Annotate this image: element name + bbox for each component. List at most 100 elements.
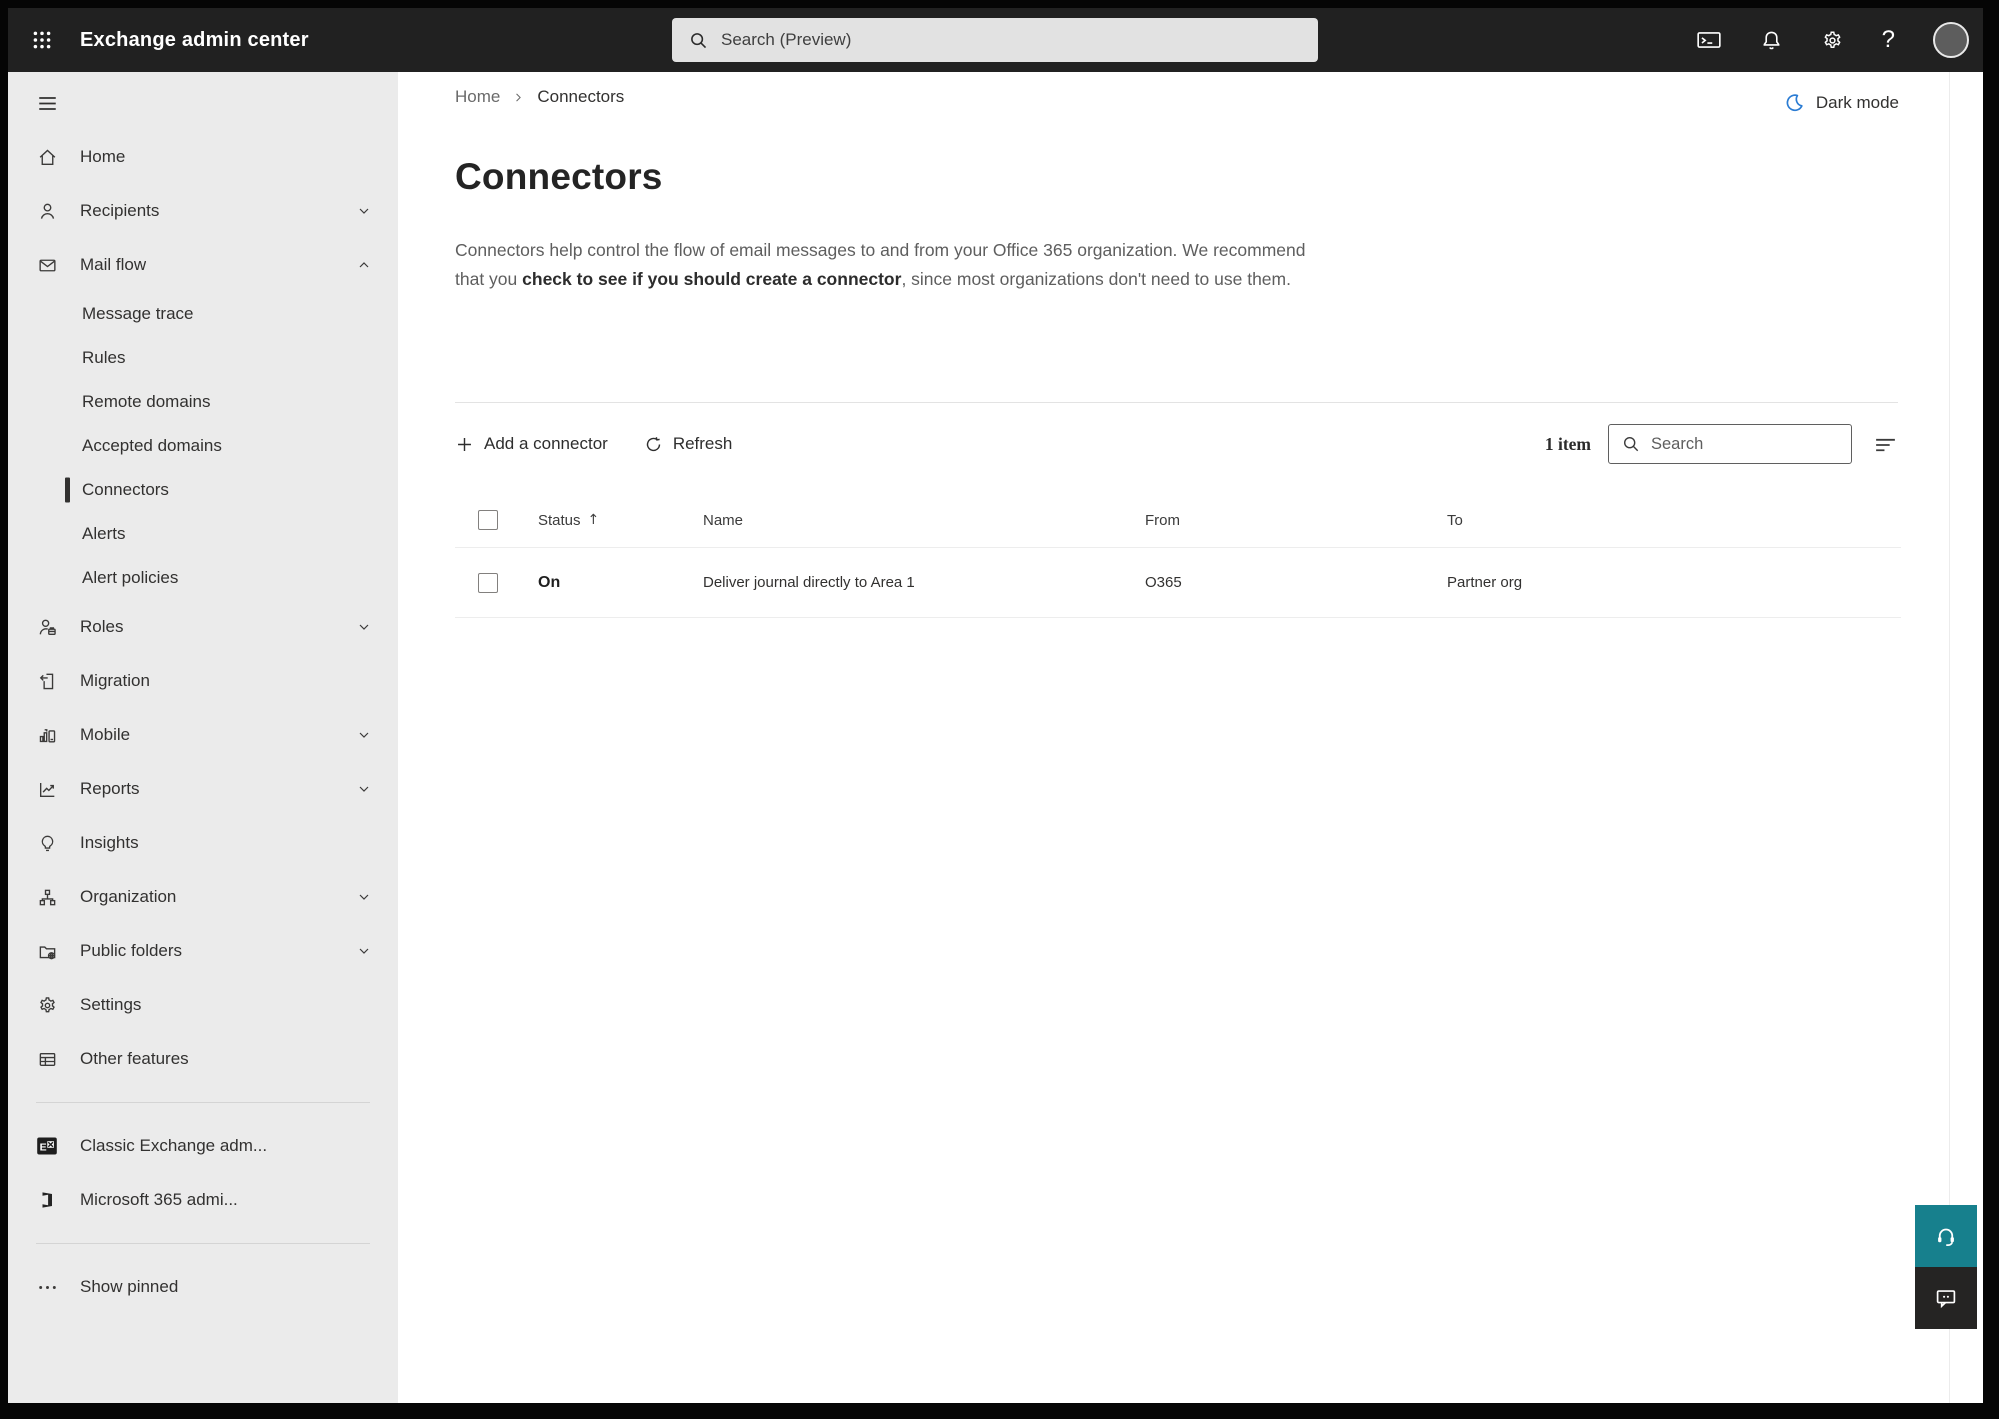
- sidebar-item-classic-exchange-admin[interactable]: E Classic Exchange adm...: [8, 1119, 398, 1173]
- sidebar-item-other-features[interactable]: Other features: [8, 1032, 398, 1086]
- sidebar-item-label: Public folders: [80, 941, 183, 960]
- sidebar-divider: [36, 1243, 370, 1244]
- list-search-input[interactable]: [1651, 434, 1841, 454]
- svg-text:E: E: [40, 1142, 47, 1154]
- sidebar-nav: Home Recipients Mail flow Message trace …: [8, 130, 398, 1086]
- column-header-from[interactable]: From: [1145, 512, 1447, 529]
- document-arrow-icon: [36, 670, 58, 692]
- table-grid-icon: [36, 1048, 58, 1070]
- sidebar-item-accepted-domains[interactable]: Accepted domains: [8, 424, 398, 468]
- app-window: Exchange admin center Search (Preview) ?…: [8, 8, 1983, 1403]
- table-row[interactable]: On Deliver journal directly to Area 1 O3…: [455, 548, 1901, 618]
- description-text: , since most organizations don't need to…: [901, 269, 1291, 289]
- dark-mode-toggle[interactable]: Dark mode: [1784, 92, 1899, 113]
- support-button[interactable]: [1915, 1205, 1977, 1267]
- chevron-down-icon: [356, 889, 372, 905]
- search-icon: [691, 32, 707, 48]
- sidebar-item-label: Other features: [80, 1049, 189, 1068]
- sidebar-item-mobile[interactable]: Mobile: [8, 708, 398, 762]
- line-chart-icon: [36, 778, 58, 800]
- org-chart-icon: [36, 886, 58, 908]
- sidebar-item-label: Mobile: [80, 725, 131, 744]
- list-search-box[interactable]: [1608, 424, 1852, 464]
- account-avatar[interactable]: [1933, 22, 1969, 58]
- global-search-box[interactable]: [672, 18, 1318, 62]
- sidebar-item-public-folders[interactable]: Public folders: [8, 924, 398, 978]
- waffle-icon: [33, 31, 51, 49]
- sidebar-item-home[interactable]: Home: [8, 130, 398, 184]
- row-from: O365: [1145, 574, 1182, 591]
- person-icon: [36, 200, 58, 222]
- topbar-actions: ?: [1696, 8, 1969, 72]
- sidebar-item-organization[interactable]: Organization: [8, 870, 398, 924]
- app-launcher-button[interactable]: [30, 28, 54, 52]
- sidebar-item-alerts[interactable]: Alerts: [8, 512, 398, 556]
- sidebar-item-migration[interactable]: Migration: [8, 654, 398, 708]
- sidebar-item-reports[interactable]: Reports: [8, 762, 398, 816]
- global-search-input[interactable]: [721, 30, 1304, 50]
- try-new-admin-center-button[interactable]: [1696, 29, 1722, 51]
- terminal-icon: [1696, 32, 1721, 48]
- sidebar-item-label: Accepted domains: [82, 436, 222, 455]
- column-header-name[interactable]: Name: [703, 512, 1145, 529]
- view-options-button[interactable]: [1873, 434, 1898, 455]
- sidebar-item-label: Show pinned: [80, 1277, 179, 1296]
- sidebar-item-connectors[interactable]: Connectors: [8, 468, 398, 512]
- column-header-status[interactable]: Status ↑: [538, 512, 703, 529]
- feedback-button[interactable]: [1915, 1267, 1977, 1329]
- sidebar-item-label: Home: [80, 147, 126, 166]
- sort-ascending-icon: ↑: [587, 512, 600, 528]
- sidebar-item-insights[interactable]: Insights: [8, 816, 398, 870]
- sidebar-item-show-pinned[interactable]: Show pinned: [8, 1260, 398, 1314]
- hamburger-menu-icon[interactable]: [36, 92, 59, 114]
- sidebar-item-settings[interactable]: Settings: [8, 978, 398, 1032]
- select-all-checkbox[interactable]: [478, 510, 498, 530]
- row-status: On: [538, 573, 561, 591]
- home-icon: [36, 146, 58, 168]
- toolbar-divider: [455, 402, 1898, 403]
- column-header-to[interactable]: To: [1447, 512, 1901, 529]
- table-header-row: Status ↑ Name From To: [455, 493, 1901, 548]
- scrollbar-gutter: [1949, 72, 1950, 1403]
- app-body: Home Recipients Mail flow Message trace …: [8, 72, 1983, 1403]
- row-name[interactable]: Deliver journal directly to Area 1: [703, 574, 1145, 591]
- settings-button[interactable]: [1821, 29, 1844, 52]
- sidebar-item-label: Alerts: [82, 524, 126, 543]
- sidebar-divider: [36, 1102, 370, 1103]
- select-all-cell: [455, 510, 538, 530]
- command-bar: Add a connector Refresh 1 item: [455, 419, 1898, 469]
- sidebar-item-label: Remote domains: [82, 392, 211, 411]
- sidebar-item-mail-flow[interactable]: Mail flow: [8, 238, 398, 292]
- sidebar-item-alert-policies[interactable]: Alert policies: [8, 556, 398, 600]
- breadcrumb-home-link[interactable]: Home: [455, 87, 500, 107]
- row-checkbox[interactable]: [478, 572, 498, 593]
- sidebar-item-label: Classic Exchange adm...: [80, 1136, 268, 1155]
- sidebar-item-rules[interactable]: Rules: [8, 336, 398, 380]
- plus-icon: [458, 437, 471, 451]
- feedback-bubble-icon: [1936, 1290, 1956, 1309]
- sidebar-item-label: Roles: [80, 617, 124, 636]
- sidebar-item-recipients[interactable]: Recipients: [8, 184, 398, 238]
- sidebar-item-label: Migration: [80, 671, 150, 690]
- sidebar-item-message-trace[interactable]: Message trace: [8, 292, 398, 336]
- refresh-button[interactable]: Refresh: [644, 434, 733, 454]
- sidebar-item-roles[interactable]: Roles: [8, 600, 398, 654]
- gear-icon: [1824, 30, 1841, 48]
- add-connector-button[interactable]: Add a connector: [455, 434, 608, 454]
- sidebar-item-label: Organization: [80, 887, 177, 906]
- help-button[interactable]: ?: [1882, 28, 1895, 52]
- app-title: Exchange admin center: [80, 28, 309, 51]
- notifications-button[interactable]: [1760, 29, 1783, 52]
- refresh-label: Refresh: [672, 434, 733, 453]
- sidebar-item-label: Microsoft 365 admi...: [80, 1190, 238, 1209]
- folder-globe-icon: [36, 940, 58, 962]
- lightbulb-icon: [36, 832, 58, 854]
- top-bar: Exchange admin center Search (Preview) ?: [8, 8, 1983, 72]
- microsoft-365-logo-icon: [36, 1189, 58, 1211]
- sidebar-item-remote-domains[interactable]: Remote domains: [8, 380, 398, 424]
- description-emphasis: check to see if you should create a conn…: [522, 269, 902, 289]
- search-icon: [1623, 436, 1639, 452]
- sidebar-item-label: Recipients: [80, 201, 160, 220]
- sidebar-item-label: Reports: [80, 779, 140, 798]
- sidebar-item-microsoft-365-admin[interactable]: Microsoft 365 admi...: [8, 1173, 398, 1227]
